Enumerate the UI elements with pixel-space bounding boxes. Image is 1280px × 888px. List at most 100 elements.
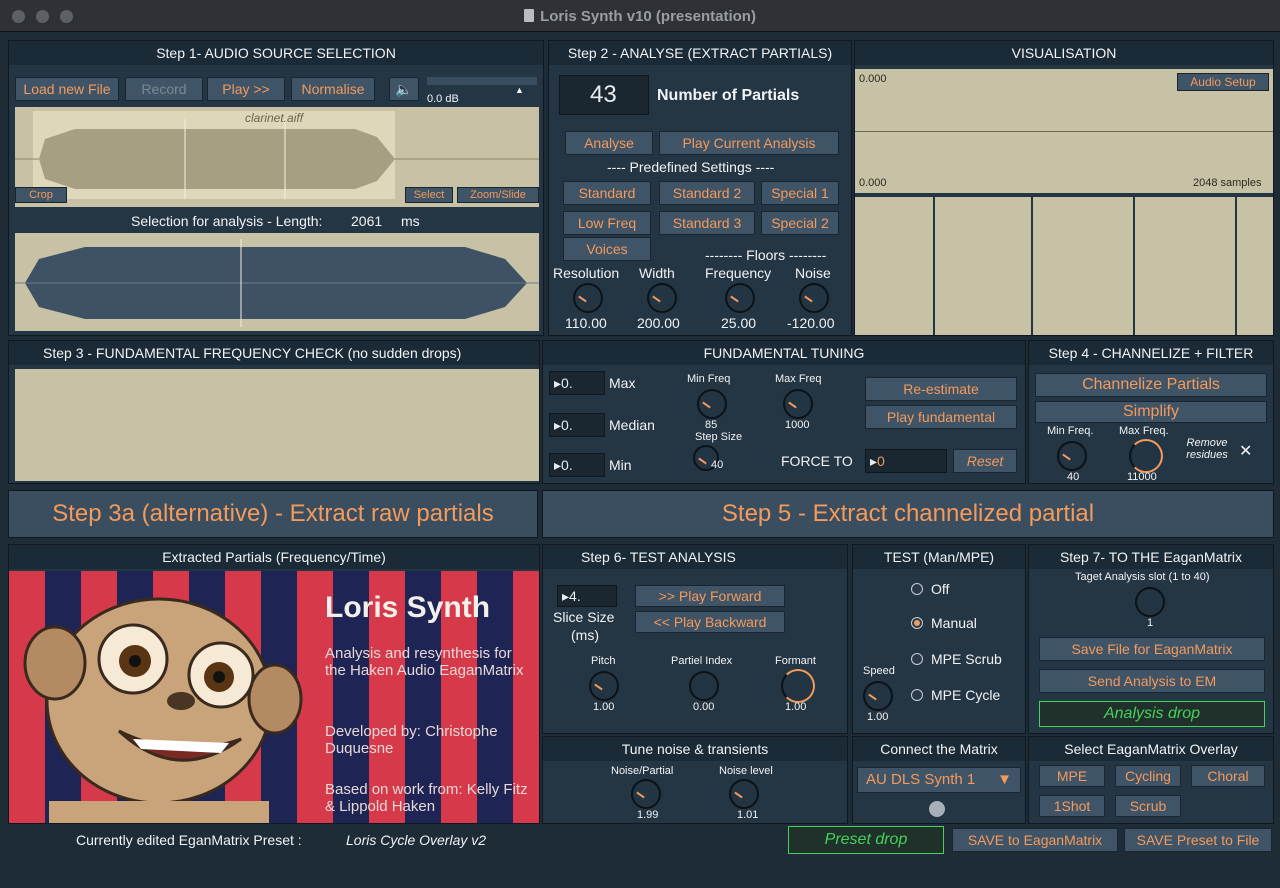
- radio-manual[interactable]: [911, 617, 923, 629]
- preset-special2-button[interactable]: Special 2: [761, 211, 839, 235]
- overlay-1shot-button[interactable]: 1Shot: [1039, 795, 1105, 817]
- max-field[interactable]: ▸0.: [549, 371, 605, 395]
- analysis-drop-zone[interactable]: Analysis drop: [1039, 701, 1265, 727]
- pitch-label: Pitch: [591, 655, 616, 667]
- load-file-button[interactable]: Load new File: [15, 77, 119, 101]
- step4-min-freq-knob[interactable]: [1057, 441, 1087, 471]
- waveform-overview[interactable]: clarinet.aiff Crop Select Zoom/Slide: [15, 107, 539, 207]
- spectrum-divider: [1235, 197, 1237, 335]
- save-file-eaganmatrix-button[interactable]: Save File for EaganMatrix: [1039, 637, 1265, 661]
- audio-setup-button[interactable]: Audio Setup: [1177, 73, 1269, 91]
- radio-off[interactable]: [911, 583, 923, 595]
- selection-waveform[interactable]: [15, 233, 539, 331]
- up-arrow-icon[interactable]: ▲: [515, 85, 524, 95]
- preset-drop-zone[interactable]: Preset drop: [788, 826, 944, 854]
- test-panel: TEST (Man/MPE) Off Manual MPE Scrub MPE …: [852, 544, 1026, 734]
- overlay-choral-button[interactable]: Choral: [1191, 765, 1265, 787]
- step4-min-freq-label: Min Freq.: [1047, 425, 1094, 437]
- partiel-index-knob[interactable]: [689, 671, 719, 701]
- floor-noise-knob[interactable]: [799, 283, 829, 313]
- spectrum-divider: [933, 197, 935, 335]
- speed-label: Speed: [863, 665, 895, 677]
- window-title: Loris Synth v10 (presentation): [0, 8, 1280, 25]
- tuning-max-freq-value: 1000: [785, 419, 810, 431]
- tune-noise-header: Tune noise & transients: [543, 737, 847, 761]
- step4-max-freq-knob[interactable]: [1129, 439, 1163, 473]
- crop-button[interactable]: Crop: [15, 187, 67, 203]
- width-knob[interactable]: [647, 283, 677, 313]
- send-analysis-button[interactable]: Send Analysis to EM: [1039, 669, 1265, 693]
- noise-level-knob[interactable]: [729, 779, 759, 809]
- extract-raw-partials-button[interactable]: Step 3a (alternative) - Extract raw part…: [8, 490, 538, 538]
- slice-size-field[interactable]: ▸4.: [557, 585, 617, 607]
- target-slot-knob[interactable]: [1135, 587, 1165, 617]
- play-triangle-icon: ▸: [554, 457, 562, 473]
- connect-panel: Connect the Matrix AU DLS Synth 1 ▼: [852, 736, 1026, 824]
- selection-length-unit: ms: [401, 213, 420, 229]
- preset-standard-button[interactable]: Standard: [563, 181, 651, 205]
- play-backward-button[interactable]: << Play Backward: [635, 611, 785, 633]
- extract-channelized-partial-button[interactable]: Step 5 - Extract channelized partial: [542, 490, 1274, 538]
- normalise-button[interactable]: Normalise: [291, 77, 375, 101]
- selection-length-label: Selection for analysis - Length:: [131, 213, 323, 229]
- radio-off-label: Off: [931, 581, 950, 597]
- partiel-index-label: Partiel Index: [671, 655, 733, 667]
- num-partials-label: Number of Partials: [657, 87, 800, 104]
- preset-lowfreq-button[interactable]: Low Freq: [563, 211, 651, 235]
- preset-special1-button[interactable]: Special 1: [761, 181, 839, 205]
- min-field[interactable]: ▸0.: [549, 453, 605, 477]
- select-button[interactable]: Select: [405, 187, 453, 203]
- play-button[interactable]: Play >>: [207, 77, 285, 101]
- overlay-cycling-button[interactable]: Cycling: [1115, 765, 1181, 787]
- formant-knob[interactable]: [781, 669, 815, 703]
- speaker-icon[interactable]: 🔈: [389, 77, 419, 101]
- preset-standard2-button[interactable]: Standard 2: [659, 181, 755, 205]
- simplify-button[interactable]: Simplify: [1035, 401, 1267, 423]
- reestimate-button[interactable]: Re-estimate: [865, 377, 1017, 401]
- play-current-analysis-button[interactable]: Play Current Analysis: [659, 131, 839, 155]
- zoom-slide-button[interactable]: Zoom/Slide: [457, 187, 539, 203]
- floor-frequency-label: Frequency: [705, 265, 772, 281]
- num-partials-value[interactable]: 43: [559, 75, 649, 115]
- overlay-panel: Select EaganMatrix Overlay MPE Cycling C…: [1028, 736, 1274, 824]
- record-button[interactable]: Record: [125, 77, 203, 101]
- app-description: Analysis and resynthesis for the Haken A…: [325, 645, 524, 679]
- floor-frequency-knob[interactable]: [725, 283, 755, 313]
- overlay-scrub-button[interactable]: Scrub: [1115, 795, 1181, 817]
- noise-level-label: Noise level: [719, 765, 773, 777]
- channelize-partials-button[interactable]: Channelize Partials: [1035, 373, 1267, 397]
- noise-level-value: 1.01: [737, 809, 759, 821]
- tuning-min-freq-knob[interactable]: [697, 389, 727, 419]
- document-icon: [524, 9, 535, 22]
- noise-partial-label: Noise/Partial: [611, 765, 674, 777]
- step4-header: Step 4 - CHANNELIZE + FILTER: [1029, 341, 1273, 365]
- reset-button[interactable]: Reset: [953, 449, 1017, 473]
- force-to-field[interactable]: ▸0: [865, 449, 947, 473]
- analyse-button[interactable]: Analyse: [565, 131, 653, 155]
- save-to-eaganmatrix-button[interactable]: SAVE to EaganMatrix: [952, 828, 1118, 852]
- slice-size-label: Slice Size: [553, 609, 615, 625]
- preset-voices-button[interactable]: Voices: [563, 237, 651, 261]
- overlay-mpe-button[interactable]: MPE: [1039, 765, 1105, 787]
- play-triangle-icon: ▸: [870, 453, 878, 469]
- play-forward-button[interactable]: >> Play Forward: [635, 585, 785, 607]
- remove-residues-close-icon[interactable]: ✕: [1239, 441, 1252, 461]
- step2-panel: Step 2 - ANALYSE (EXTRACT PARTIALS) 43 N…: [548, 40, 852, 336]
- pitch-knob[interactable]: [589, 671, 619, 701]
- step6-panel: Step 6- TEST ANALYSIS ▸4. Slice Size (ms…: [542, 544, 848, 734]
- preset-standard3-button[interactable]: Standard 3: [659, 211, 755, 235]
- speed-knob[interactable]: [863, 681, 893, 711]
- radio-mpe-scrub[interactable]: [911, 653, 923, 665]
- save-preset-to-file-button[interactable]: SAVE Preset to File: [1124, 828, 1272, 852]
- median-field[interactable]: ▸0.: [549, 413, 605, 437]
- fundamental-tuning-panel: FUNDAMENTAL TUNING ▸0. Max ▸0. Median ▸0…: [542, 340, 1026, 484]
- resolution-knob[interactable]: [573, 283, 603, 313]
- tuning-max-freq-knob[interactable]: [783, 389, 813, 419]
- radio-mpe-cycle[interactable]: [911, 689, 923, 701]
- tuning-min-freq-value: 85: [705, 419, 718, 431]
- play-fundamental-button[interactable]: Play fundamental: [865, 405, 1017, 429]
- device-select[interactable]: AU DLS Synth 1 ▼: [857, 767, 1021, 793]
- noise-partial-knob[interactable]: [631, 779, 661, 809]
- volume-slider[interactable]: [427, 77, 537, 85]
- connection-status-icon: [929, 801, 945, 817]
